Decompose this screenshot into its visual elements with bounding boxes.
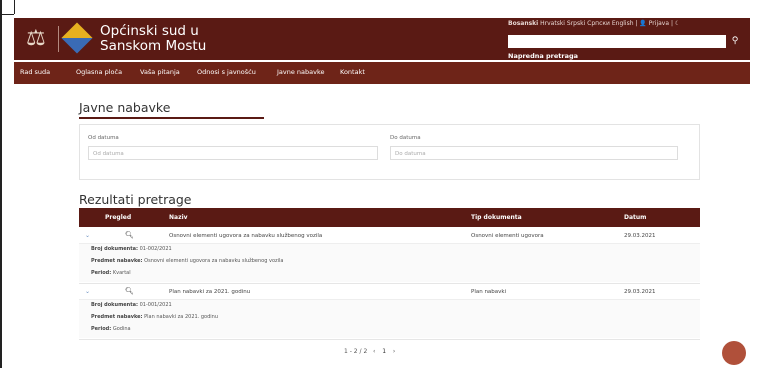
row-separator	[79, 339, 700, 340]
search-input[interactable]	[508, 35, 726, 48]
detail-predmet: Predmet nabavke: Plan nabavki za 2021. g…	[91, 314, 219, 320]
expand-chevron-icon[interactable]: ⌄	[85, 288, 90, 295]
chat-bubble-icon[interactable]	[722, 341, 746, 365]
advanced-search-link[interactable]: Napredna pretraga	[508, 52, 578, 60]
detail-predmet: Predmet nabavke: Osnovni elementi ugovor…	[91, 258, 284, 264]
from-date-label: Od datuma	[88, 135, 119, 141]
nav-item-javne-nabavke[interactable]: Javne nabavke	[277, 68, 325, 76]
court-name[interactable]: Općinski sud u Sanskom Mostu	[100, 24, 206, 54]
detail-broj: Broj dokumenta: 01-002/2021	[91, 246, 172, 252]
pagination-range: 1 - 2 / 2	[344, 348, 368, 355]
detail-broj: Broj dokumenta: 01-001/2021	[91, 302, 172, 308]
login-link[interactable]: Prijava	[649, 20, 669, 27]
header-divider	[58, 26, 59, 52]
pagination-next-icon[interactable]: ›	[393, 348, 395, 355]
title-underline	[79, 117, 264, 119]
row-detail: Broj dokumenta: 01-001/2021 Predmet naba…	[79, 300, 700, 338]
to-date-label: Do datuma	[390, 135, 421, 141]
to-date-input[interactable]: Do datuma	[390, 146, 678, 160]
detail-period: Period: Godina	[91, 326, 131, 332]
nav-item-rad-suda[interactable]: Rad suda	[20, 68, 50, 76]
nav-item-kontakt[interactable]: Kontakt	[340, 68, 365, 76]
nav-item-oglasna-ploca[interactable]: Oglasna ploča	[76, 68, 122, 76]
column-datum: Datum	[624, 214, 647, 221]
row-detail: Broj dokumenta: 01-002/2021 Predmet naba…	[79, 244, 700, 282]
view-magnifier-icon[interactable]: 🔍︎	[125, 231, 134, 239]
nav-item-vasa-pitanja[interactable]: Vaša pitanja	[140, 68, 180, 76]
from-date-input[interactable]: Od datuma	[88, 146, 378, 160]
row-naziv[interactable]: Plan nabavki za 2021. godinu	[169, 289, 250, 295]
nav-item-odnosi-s-javnoscu[interactable]: Odnosi s javnošću	[197, 68, 256, 76]
results-table-header: Pregled Naziv Tip dokumenta Datum	[79, 208, 700, 227]
window-corner-line	[14, 0, 15, 14]
column-tip-dokumenta: Tip dokumenta	[471, 214, 522, 221]
coat-of-arms-icon[interactable]	[61, 22, 93, 54]
detail-period: Period: Kvartal	[91, 270, 131, 276]
row-datum: 29.03.2021	[624, 289, 656, 295]
window-edge	[0, 0, 2, 368]
court-name-line2: Sanskom Mostu	[100, 38, 207, 54]
search-icon[interactable]: ⚲	[728, 35, 742, 48]
column-pregled: Pregled	[105, 214, 132, 221]
pagination-current-page[interactable]: 1	[379, 348, 389, 355]
language-bar: Bosanski Hrvatski Srpski Српски English …	[508, 20, 681, 27]
results-title: Rezultati pretrage	[79, 192, 192, 207]
court-emblem-icon: ⚖	[26, 26, 46, 51]
column-naziv: Naziv	[169, 214, 188, 221]
table-row[interactable]: ⌄ 🔍︎ Plan nabavki za 2021. godinu Plan n…	[79, 284, 700, 300]
lang-srpski[interactable]: Srpski	[567, 20, 585, 27]
lang-hrvatski[interactable]: Hrvatski	[540, 20, 565, 27]
pagination-prev-icon[interactable]: ‹	[373, 348, 375, 355]
row-tip: Plan nabavki	[471, 289, 507, 295]
site-header: ⚖ Općinski sud u Sanskom Mostu Bosanski …	[14, 18, 750, 60]
filter-panel: Od datuma Od datuma Do datuma Do datuma	[79, 124, 700, 180]
page: ⚖ Općinski sud u Sanskom Mostu Bosanski …	[0, 0, 764, 368]
lang-english[interactable]: English	[612, 20, 634, 27]
theme-toggle-icon[interactable]: ☾	[675, 20, 680, 27]
row-naziv[interactable]: Osnovni elementi ugovora za nabavku služ…	[169, 233, 322, 239]
page-title: Javne nabavke	[79, 100, 171, 115]
lang-bosanski[interactable]: Bosanski	[508, 20, 538, 27]
row-datum: 29.03.2021	[624, 233, 656, 239]
table-row[interactable]: ⌄ 🔍︎ Osnovni elementi ugovora za nabavku…	[79, 228, 700, 244]
user-icon: 👤	[639, 20, 647, 27]
expand-chevron-icon[interactable]: ⌄	[85, 232, 90, 239]
view-magnifier-icon[interactable]: 🔍︎	[125, 287, 134, 295]
court-name-line1: Općinski sud u	[100, 23, 199, 39]
pagination: 1 - 2 / 2 ‹ 1 ›	[344, 348, 395, 355]
row-tip: Osnovni elementi ugovora	[471, 233, 544, 239]
lang-srpski-cyr[interactable]: Српски	[587, 20, 610, 27]
window-corner	[0, 14, 14, 15]
main-nav: Rad suda Oglasna ploča Vaša pitanja Odno…	[14, 62, 750, 84]
